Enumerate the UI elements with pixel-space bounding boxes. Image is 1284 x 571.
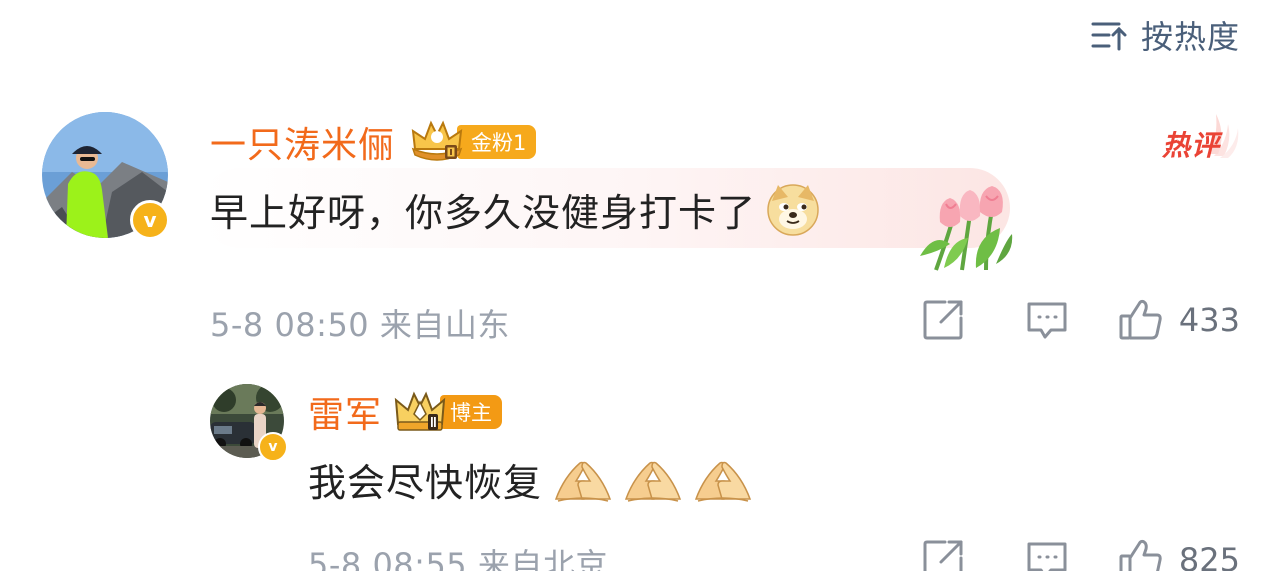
tulip-sticker-icon bbox=[920, 186, 1013, 271]
pray-hands-emoji-icon bbox=[624, 461, 682, 502]
reply-text: 我会尽快恢复 bbox=[308, 461, 543, 505]
share-icon bbox=[923, 300, 963, 340]
comment-time: 5-8 08:50 bbox=[210, 306, 370, 344]
verified-badge: v bbox=[130, 200, 170, 240]
share-button[interactable] bbox=[919, 296, 967, 344]
fan-level-badge[interactable]: 金粉1 bbox=[409, 120, 537, 162]
doge-emoji-icon bbox=[767, 183, 819, 236]
comment-body: 早上好呀，你多久没健身打卡了 bbox=[210, 182, 820, 237]
pray-hands-emoji-icon bbox=[694, 461, 752, 502]
commenter-header: 一只涛米俪 金粉1 bbox=[210, 112, 537, 172]
reply-body: 我会尽快恢复 bbox=[308, 452, 752, 507]
comment-text: 早上好呀，你多久没健身打卡了 bbox=[210, 191, 757, 235]
comment-feed: 按热度 v 一只涛米俪 金粉1 热评 早上好呀，你多久没健身打卡了 5-8 08… bbox=[0, 0, 1284, 571]
replier-avatar[interactable]: v bbox=[210, 384, 288, 462]
reply-meta: 5-8 08:55 来自北京 bbox=[308, 540, 608, 571]
sort-by-hot-button[interactable]: 按热度 bbox=[1089, 12, 1240, 58]
like-count: 433 bbox=[1178, 301, 1240, 339]
fan-badge-label: 金粉1 bbox=[457, 125, 537, 159]
blogger-badge-label: 博主 bbox=[440, 395, 503, 429]
reply-share-button[interactable] bbox=[919, 536, 967, 571]
reply-like-count: 825 bbox=[1178, 541, 1240, 571]
reply-like-button[interactable]: 825 bbox=[1117, 536, 1240, 571]
blogger-badge[interactable]: 博主 bbox=[394, 390, 503, 434]
replier-name[interactable]: 雷军 bbox=[308, 386, 382, 438]
thumbs-up-icon bbox=[1119, 539, 1162, 571]
comment-meta: 5-8 08:50 来自山东 bbox=[210, 300, 510, 346]
like-button[interactable]: 433 bbox=[1117, 296, 1240, 344]
comment-location: 来自山东 bbox=[379, 306, 510, 344]
commenter-avatar[interactable]: v bbox=[42, 112, 170, 240]
reply-time: 5-8 08:55 bbox=[308, 546, 468, 571]
thumbs-up-icon bbox=[1119, 299, 1162, 340]
reply-location: 来自北京 bbox=[477, 546, 608, 571]
verified-badge-small: v bbox=[258, 432, 288, 462]
comment-icon bbox=[1027, 302, 1067, 339]
hot-tag-label: 热评 bbox=[1162, 129, 1221, 162]
sort-label: 按热度 bbox=[1140, 18, 1240, 56]
replier-header: 雷军 博主 bbox=[308, 386, 503, 438]
reply-comment-button[interactable] bbox=[1023, 536, 1071, 571]
comment-actions: 433 bbox=[919, 296, 1240, 344]
reply-actions: 825 bbox=[919, 536, 1240, 571]
crown-icon bbox=[394, 391, 446, 431]
hot-comment-tag: 热评 bbox=[1160, 106, 1240, 162]
crown-icon bbox=[411, 120, 463, 161]
commenter-name[interactable]: 一只涛米俪 bbox=[210, 116, 395, 168]
reply-button[interactable] bbox=[1023, 296, 1071, 344]
comment-icon bbox=[1027, 542, 1067, 571]
sort-icon bbox=[1091, 22, 1127, 51]
pray-hands-emoji-icon bbox=[554, 461, 612, 502]
share-icon bbox=[923, 540, 963, 571]
